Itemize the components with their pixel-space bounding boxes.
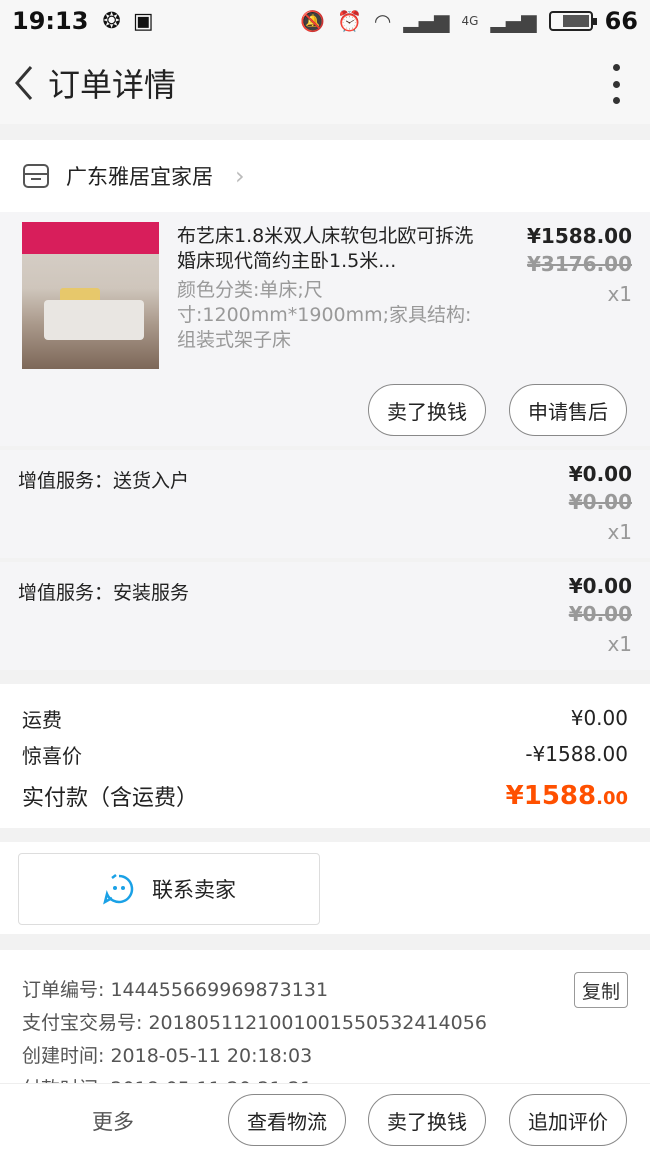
nav-bar: 订单详情: [0, 42, 650, 124]
service-qty: x1: [607, 632, 632, 656]
app-notification-icon: ❂: [102, 8, 121, 34]
alarm-icon: ⏰: [336, 9, 362, 33]
status-right: 🔕 ⏰ ◠ ▂▄▆ 4G ▂▄▆ 66: [300, 7, 638, 35]
product-item[interactable]: 布艺床1.8米双人床软包北欧可拆洗婚床现代简约主卧1.5米... 颜色分类:单床…: [0, 212, 650, 446]
shipping-row: 运费 ¥0.00: [22, 700, 628, 736]
signal-icon-2: ▂▄▆: [490, 9, 537, 33]
created-time: 创建时间: 2018-05-11 20:18:03: [22, 1045, 313, 1067]
page-title: 订单详情: [48, 66, 177, 104]
service-price: ¥0.00: [568, 462, 632, 486]
total-row: 实付款（含运费） ¥1588.00: [22, 772, 628, 820]
product-price-col: ¥1588.00 ¥3176.00 x1: [527, 224, 632, 306]
wifi-icon: ◠: [373, 9, 392, 33]
signal-icon: ▂▄▆: [403, 9, 450, 33]
service-item: 增值服务：送货入户 ¥0.00 ¥0.00 x1: [0, 450, 650, 558]
more-button[interactable]: 更多: [92, 1106, 134, 1136]
sell-button[interactable]: 卖了换钱: [368, 384, 486, 436]
back-arrow-icon[interactable]: [2, 42, 46, 124]
mute-icon: 🔕: [300, 9, 325, 33]
alipay-number: 支付宝交易号: 2018051121001001550532414056: [22, 1012, 487, 1034]
surprise-label: 惊喜价: [22, 743, 82, 768]
chevron-right-icon: ›: [235, 162, 245, 190]
service-price-col: ¥0.00 ¥0.00 x1: [569, 462, 632, 544]
order-number: 订单编号: 144455669969873131: [22, 979, 329, 1001]
total-label: 实付款（含运费）: [22, 786, 199, 811]
product-qty: x1: [607, 282, 632, 306]
price-summary: 运费 ¥0.00 惊喜价 -¥1588.00 实付款（含运费） ¥1588.00: [0, 684, 650, 828]
add-review-button[interactable]: 追加评价: [509, 1094, 627, 1146]
total-amount-int: ¥1588: [505, 781, 597, 811]
contact-section: 联系卖家: [0, 842, 650, 934]
status-time: 19:13: [12, 7, 89, 35]
copy-button[interactable]: 复制: [574, 972, 628, 1008]
total-amount-dec: .00: [596, 788, 628, 809]
store-icon: [23, 164, 49, 188]
sell-button-bottom[interactable]: 卖了换钱: [368, 1094, 486, 1146]
service-label: 增值服务：送货入户: [18, 470, 190, 492]
view-logistics-button[interactable]: 查看物流: [228, 1094, 346, 1146]
surprise-value: -¥1588.00: [525, 742, 628, 766]
bottom-action-bar: 更多 查看物流 卖了换钱 追加评价: [0, 1083, 650, 1155]
image-notification-icon: ▣: [132, 8, 154, 34]
product-title: 布艺床1.8米双人床软包北欧可拆洗婚床现代简约主卧1.5米...: [177, 225, 474, 272]
service-price-col: ¥0.00 ¥0.00 x1: [569, 574, 632, 656]
network-type: 4G: [461, 14, 479, 28]
shipping-value: ¥0.00: [570, 706, 628, 730]
contact-seller-label: 联系卖家: [152, 878, 236, 902]
surprise-row: 惊喜价 -¥1588.00: [22, 736, 628, 772]
more-options-icon[interactable]: [606, 64, 626, 104]
product-spec: 颜色分类:单床;尺寸:1200mm*1900mm;家具结构:组装式架子床: [177, 279, 472, 351]
chat-icon: [103, 874, 134, 905]
shop-row[interactable]: 广东雅居宜家居 ›: [0, 140, 650, 212]
service-price: ¥0.00: [568, 574, 632, 598]
service-original-price: ¥0.00: [568, 490, 632, 514]
battery-icon: [548, 11, 597, 31]
product-image[interactable]: [22, 222, 159, 369]
product-price: ¥1588.00: [526, 224, 632, 248]
battery-level: 66: [604, 7, 638, 35]
service-item: 增值服务：安装服务 ¥0.00 ¥0.00 x1: [0, 562, 650, 670]
service-label: 增值服务：安装服务: [18, 582, 190, 604]
shop-name: 广东雅居宜家居: [66, 165, 213, 189]
product-info: 布艺床1.8米双人床软包北欧可拆洗婚床现代简约主卧1.5米... 颜色分类:单床…: [177, 224, 477, 353]
status-bar: 19:13 ❂ ▣ 🔕 ⏰ ◠ ▂▄▆ 4G ▂▄▆ 66: [0, 0, 650, 42]
total-amount: ¥1588.00: [506, 781, 628, 811]
after-sales-button[interactable]: 申请售后: [509, 384, 627, 436]
contact-seller-button[interactable]: 联系卖家: [18, 853, 320, 925]
shipping-label: 运费: [22, 707, 62, 732]
product-original-price: ¥3176.00: [526, 252, 632, 276]
service-qty: x1: [607, 520, 632, 544]
service-original-price: ¥0.00: [568, 602, 632, 626]
